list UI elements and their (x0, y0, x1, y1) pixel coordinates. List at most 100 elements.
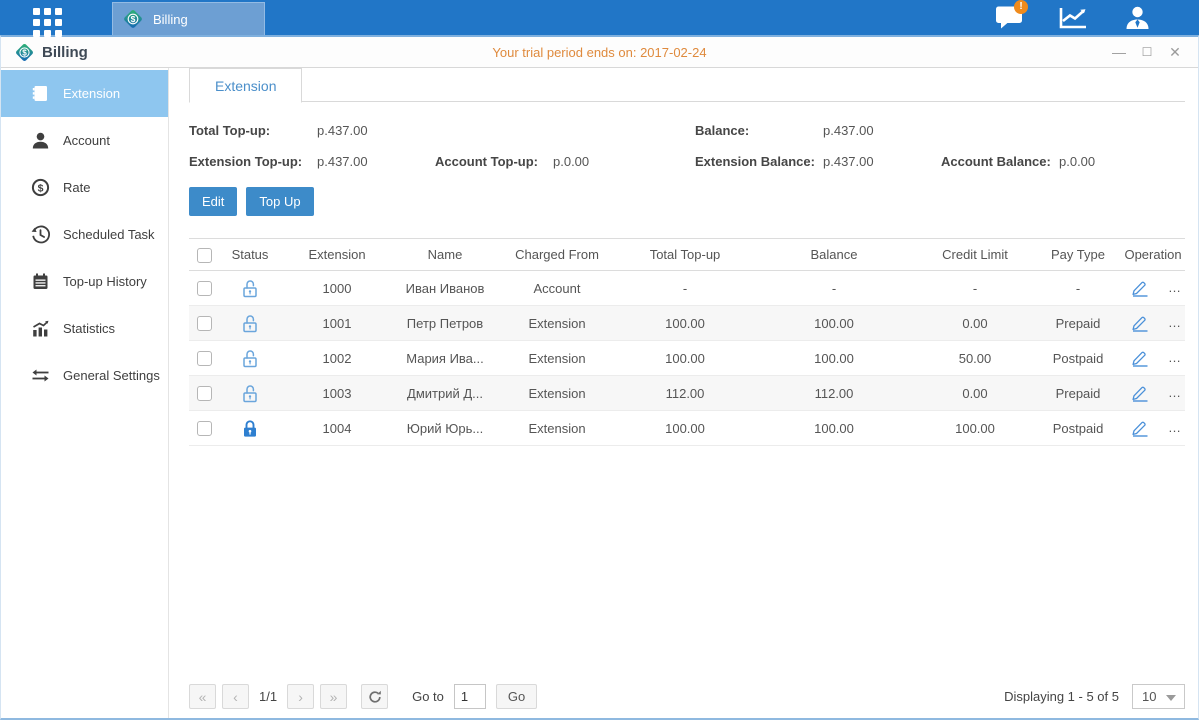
row-checkbox[interactable] (197, 281, 212, 296)
taskbar-item-billing[interactable]: $ Billing (112, 2, 265, 35)
sidebar-item-extension[interactable]: Extension (1, 70, 168, 117)
row-checkbox-cell (189, 376, 219, 411)
general-settings-sliders-icon (31, 366, 50, 385)
extension-cell: 1000 (281, 271, 393, 306)
first-page-button[interactable]: « (189, 684, 216, 709)
last-page-button[interactable]: » (320, 684, 347, 709)
credit-limit-cell: 0.00 (915, 376, 1035, 411)
rate-dollar-icon: $ (31, 178, 50, 197)
extension-book-icon (31, 84, 50, 103)
extension-cell: 1001 (281, 306, 393, 341)
column-header[interactable]: Status (219, 239, 281, 271)
minimize-icon[interactable]: — (1112, 45, 1126, 59)
extension-cell: 1004 (281, 411, 393, 446)
sidebar-item-statistics[interactable]: Statistics (1, 305, 168, 352)
page-size-value: 10 (1142, 689, 1156, 704)
table-row: 1004Юрий Юрь...Extension100.00100.00100.… (189, 411, 1185, 446)
table-row: 1002Мария Ива...Extension100.00100.0050.… (189, 341, 1185, 376)
row-checkbox-cell (189, 271, 219, 306)
column-header[interactable]: Name (393, 239, 497, 271)
column-header[interactable]: Balance (753, 239, 915, 271)
account-balance-label: Account Balance: (941, 154, 1059, 169)
sidebar-item-label: Top-up History (63, 274, 147, 289)
row-checkbox-cell (189, 411, 219, 446)
select-all-checkbox[interactable] (197, 248, 212, 263)
messages-button[interactable]: ! (993, 4, 1025, 32)
row-checkbox[interactable] (197, 421, 212, 436)
select-all-cell (189, 239, 219, 271)
lock-open-icon (241, 279, 259, 298)
column-header[interactable]: Operation (1121, 239, 1185, 271)
window-title-bar: $ Billing Your trial period ends on: 201… (1, 37, 1198, 68)
lock-open-icon (241, 314, 259, 333)
refresh-button[interactable] (361, 684, 388, 709)
total-topup-cell: 100.00 (617, 341, 753, 376)
next-page-button[interactable]: › (287, 684, 314, 709)
row-checkbox-cell (189, 341, 219, 376)
statistics-button[interactable] (1057, 4, 1089, 32)
sidebar-item-general-settings[interactable]: General Settings (1, 352, 168, 399)
row-checkbox[interactable] (197, 351, 212, 366)
prev-page-button[interactable]: ‹ (222, 684, 249, 709)
maximize-icon[interactable]: ☐ (1140, 45, 1154, 59)
status-cell (219, 376, 281, 411)
billing-app-icon: $ (14, 42, 35, 63)
column-header[interactable]: Extension (281, 239, 393, 271)
close-icon[interactable]: ✕ (1168, 45, 1182, 59)
sidebar-item-label: Statistics (63, 321, 115, 336)
sidebar-item-account[interactable]: Account (1, 117, 168, 164)
edit-button[interactable]: Edit (189, 187, 237, 216)
status-cell (219, 341, 281, 376)
balance-cell: - (753, 271, 915, 306)
column-header[interactable]: Charged From (497, 239, 617, 271)
sidebar-item-label: General Settings (63, 368, 160, 383)
edit-pencil-icon[interactable] (1130, 349, 1150, 367)
balance-label: Balance: (695, 123, 823, 138)
edit-pencil-icon[interactable] (1130, 384, 1150, 402)
charged-from-cell: Extension (497, 411, 617, 446)
sidebar-item-label: Extension (63, 86, 120, 101)
sidebar-item-scheduled-task[interactable]: Scheduled Task (1, 211, 168, 258)
page-size-select[interactable]: 10 (1132, 684, 1185, 709)
scheduled-task-clock-icon (31, 225, 50, 244)
row-checkbox[interactable] (197, 316, 212, 331)
pay-type-cell: - (1035, 271, 1121, 306)
user-button[interactable] (1121, 4, 1153, 32)
edit-pencil-icon[interactable] (1130, 314, 1150, 332)
operation-cell: $ (1121, 411, 1185, 446)
go-button[interactable]: Go (496, 684, 537, 709)
extensions-table: StatusExtensionNameCharged FromTotal Top… (189, 238, 1185, 446)
pagination-bar: « ‹ 1/1 › » Go to Go Displaying 1 - 5 of… (189, 684, 1185, 709)
window-title: $ Billing (14, 42, 88, 63)
name-cell: Петр Петров (393, 306, 497, 341)
account-topup-value: p.0.00 (553, 154, 671, 169)
credit-limit-cell: 0.00 (915, 306, 1035, 341)
desktop-top-bar: $ Billing ! (0, 0, 1199, 35)
svg-text:$: $ (1181, 430, 1185, 437)
sidebar-item-topup-history[interactable]: Top-up History (1, 258, 168, 305)
column-header[interactable]: Pay Type (1035, 239, 1121, 271)
tab-extension[interactable]: Extension (189, 68, 302, 103)
svg-text:$: $ (131, 14, 136, 24)
column-header[interactable]: Credit Limit (915, 239, 1035, 271)
table-row: 1001Петр ПетровExtension100.00100.000.00… (189, 306, 1185, 341)
row-checkbox[interactable] (197, 386, 212, 401)
balance-cell: 100.00 (753, 411, 915, 446)
tab-label: Extension (215, 78, 276, 94)
statistics-chart-icon (31, 319, 50, 338)
goto-page-input[interactable] (454, 684, 486, 709)
sidebar-item-rate[interactable]: $Rate (1, 164, 168, 211)
sidebar-item-label: Account (63, 133, 110, 148)
column-header[interactable]: Total Top-up (617, 239, 753, 271)
edit-pencil-icon[interactable] (1130, 419, 1150, 437)
edit-pencil-icon[interactable] (1130, 279, 1150, 297)
app-launcher-grid-icon[interactable] (33, 8, 62, 37)
pay-type-cell: Prepaid (1035, 376, 1121, 411)
window-title-text: Billing (42, 44, 88, 61)
lock-open-icon (241, 384, 259, 403)
topup-button[interactable]: Top Up (246, 187, 313, 216)
status-cell (219, 411, 281, 446)
balance-value: p.437.00 (823, 123, 941, 138)
charged-from-cell: Extension (497, 341, 617, 376)
charged-from-cell: Extension (497, 376, 617, 411)
